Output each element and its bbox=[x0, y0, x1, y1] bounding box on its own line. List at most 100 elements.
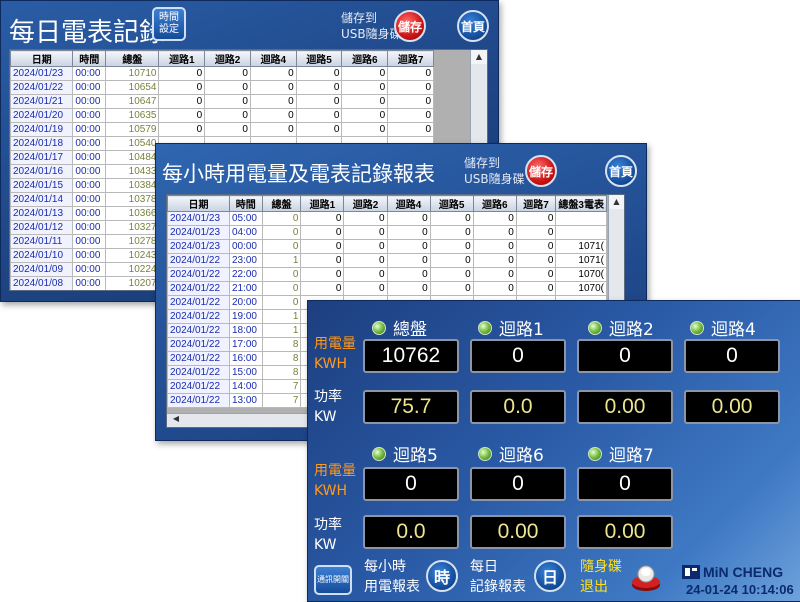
table-cell: 19:00 bbox=[228, 309, 263, 324]
table-cell: 1071( bbox=[555, 253, 607, 268]
column-header: 迴路4 bbox=[386, 195, 431, 212]
table-row[interactable]: 2024/01/22 00:00 10654 0 0 0 0 0 0 bbox=[10, 80, 434, 95]
channel-main: 總盤 bbox=[372, 315, 427, 340]
table-row[interactable]: 2024/01/19 00:00 10579 0 0 0 0 0 0 bbox=[10, 122, 434, 137]
energy-unit-label: KWH bbox=[314, 356, 348, 372]
table-cell: 2024/01/22 bbox=[167, 323, 230, 338]
table-row[interactable]: 2024/01/23 05:00 0 0 0 0 0 0 0 bbox=[167, 211, 607, 226]
save-button[interactable]: 儲存 bbox=[394, 10, 426, 42]
scroll-up-icon[interactable]: ▲ bbox=[471, 50, 487, 64]
table-cell: 0 bbox=[386, 253, 431, 268]
energy-unit-label: KWH bbox=[314, 483, 348, 499]
table-cell: 2024/01/23 bbox=[167, 225, 230, 240]
table-cell: 00:00 bbox=[72, 122, 107, 137]
table-cell: 2024/01/22 bbox=[167, 351, 230, 366]
table-cell: 0 bbox=[429, 225, 474, 240]
table-cell: 10710 bbox=[105, 66, 160, 81]
table-cell: 00:00 bbox=[72, 108, 107, 123]
table-row[interactable]: 2024/01/20 00:00 10635 0 0 0 0 0 0 bbox=[10, 108, 434, 123]
home-button[interactable]: 首頁 bbox=[605, 155, 637, 187]
table-cell: 2024/01/22 bbox=[167, 379, 230, 394]
table-cell: 2024/01/22 bbox=[167, 281, 230, 296]
kwh-display-7: 0 bbox=[577, 467, 673, 501]
table-cell: 0 bbox=[387, 80, 434, 95]
daily-report-label-1: 每日 bbox=[470, 559, 498, 575]
power-unit-label: KW bbox=[314, 409, 337, 425]
comm-switch-button[interactable]: 通訊開關 bbox=[314, 565, 352, 595]
table-cell: 2024/01/23 bbox=[167, 239, 230, 254]
table-cell: 0 bbox=[472, 281, 517, 296]
table-cell: 0 bbox=[472, 225, 517, 240]
table-cell: 0 bbox=[387, 122, 434, 137]
home-button[interactable]: 首頁 bbox=[457, 10, 489, 42]
table-cell: 0 bbox=[249, 94, 297, 109]
table-cell: 0 bbox=[158, 80, 206, 95]
table-row[interactable]: 2024/01/23 00:00 10710 0 0 0 0 0 0 bbox=[10, 66, 434, 81]
table-cell: 2024/01/22 bbox=[167, 295, 230, 310]
table-cell: 2024/01/23 bbox=[10, 66, 74, 81]
column-header: 時間 bbox=[228, 195, 263, 212]
hourly-report-button[interactable]: 時 bbox=[426, 560, 458, 592]
status-led-icon bbox=[690, 320, 704, 335]
table-cell: 2024/01/11 bbox=[10, 234, 74, 249]
daily-report-button[interactable]: 日 bbox=[534, 560, 566, 592]
table-cell: 00:00 bbox=[72, 94, 107, 109]
table-cell: 2024/01/14 bbox=[10, 192, 74, 207]
save-usb-label-1: 儲存到 bbox=[341, 11, 378, 25]
table-cell: 8 bbox=[261, 365, 302, 380]
table-cell: 0 bbox=[300, 211, 345, 226]
table-cell: 1 bbox=[261, 323, 302, 338]
table-row[interactable]: 2024/01/22 23:00 1 0 0 0 0 0 0 1071( bbox=[167, 253, 607, 268]
table-cell: 2024/01/12 bbox=[10, 220, 74, 235]
time-setting-button[interactable]: 時間 設定 bbox=[152, 7, 186, 41]
power-label: 功率 bbox=[314, 517, 342, 533]
table-row[interactable]: 2024/01/22 21:00 0 0 0 0 0 0 0 1070( bbox=[167, 281, 607, 296]
power-label: 功率 bbox=[314, 389, 342, 405]
scroll-up-icon[interactable]: ▲ bbox=[609, 195, 624, 209]
scroll-left-icon[interactable]: ◀ bbox=[169, 414, 183, 427]
table-cell: 0 bbox=[429, 211, 474, 226]
table-cell: 0 bbox=[204, 122, 251, 137]
usb-eject-label-2: 退出 bbox=[580, 579, 608, 595]
channel-1-label: 迴路1 bbox=[499, 320, 544, 340]
column-header: 時間 bbox=[72, 50, 107, 67]
table-cell: 21:00 bbox=[228, 281, 263, 296]
table-cell: 0 bbox=[429, 253, 474, 268]
table-cell: 0 bbox=[343, 239, 388, 254]
table-cell: 10635 bbox=[105, 108, 160, 123]
table-cell: 0 bbox=[300, 225, 345, 240]
column-header: 迴路4 bbox=[249, 50, 297, 67]
table-cell: 20:00 bbox=[228, 295, 263, 310]
kwh-display-2: 0 bbox=[577, 339, 673, 373]
table-cell: 1 bbox=[261, 253, 302, 268]
column-header: 迴路5 bbox=[295, 50, 343, 67]
table-cell: 0 bbox=[249, 66, 297, 81]
table-cell: 0 bbox=[295, 80, 343, 95]
kwh-display-5: 0 bbox=[363, 467, 459, 501]
table-row[interactable]: 2024/01/21 00:00 10647 0 0 0 0 0 0 bbox=[10, 94, 434, 109]
table-cell: 2024/01/22 bbox=[167, 253, 230, 268]
table-cell: 00:00 bbox=[72, 150, 107, 165]
column-header: 迴路6 bbox=[472, 195, 517, 212]
status-led-icon bbox=[372, 320, 386, 335]
table-cell: 10278 bbox=[105, 234, 160, 249]
table-cell: 0 bbox=[472, 267, 517, 282]
table-row[interactable]: 2024/01/23 04:00 0 0 0 0 0 0 0 bbox=[167, 225, 607, 240]
save-button[interactable]: 儲存 bbox=[525, 155, 557, 187]
table-row[interactable]: 2024/01/22 22:00 0 0 0 0 0 0 0 1070( bbox=[167, 267, 607, 282]
table-cell: 0 bbox=[249, 122, 297, 137]
kwh-display-4: 0 bbox=[684, 339, 780, 373]
table-cell: 0 bbox=[429, 239, 474, 254]
table-cell: 04:00 bbox=[228, 225, 263, 240]
table-row[interactable]: 2024/01/23 00:00 0 0 0 0 0 0 0 1071( bbox=[167, 239, 607, 254]
table-cell: 10579 bbox=[105, 122, 160, 137]
table-cell: 0 bbox=[343, 211, 388, 226]
table-cell: 10224 bbox=[105, 262, 160, 277]
table-cell: 2024/01/16 bbox=[10, 164, 74, 179]
table-cell: 10243 bbox=[105, 248, 160, 263]
table-cell: 2024/01/20 bbox=[10, 108, 74, 123]
table-cell: 0 bbox=[295, 94, 343, 109]
usb-eject-button[interactable] bbox=[630, 561, 662, 593]
table-cell: 2024/01/22 bbox=[167, 267, 230, 282]
datetime-display: 24-01-24 10:14:06 bbox=[686, 582, 794, 597]
